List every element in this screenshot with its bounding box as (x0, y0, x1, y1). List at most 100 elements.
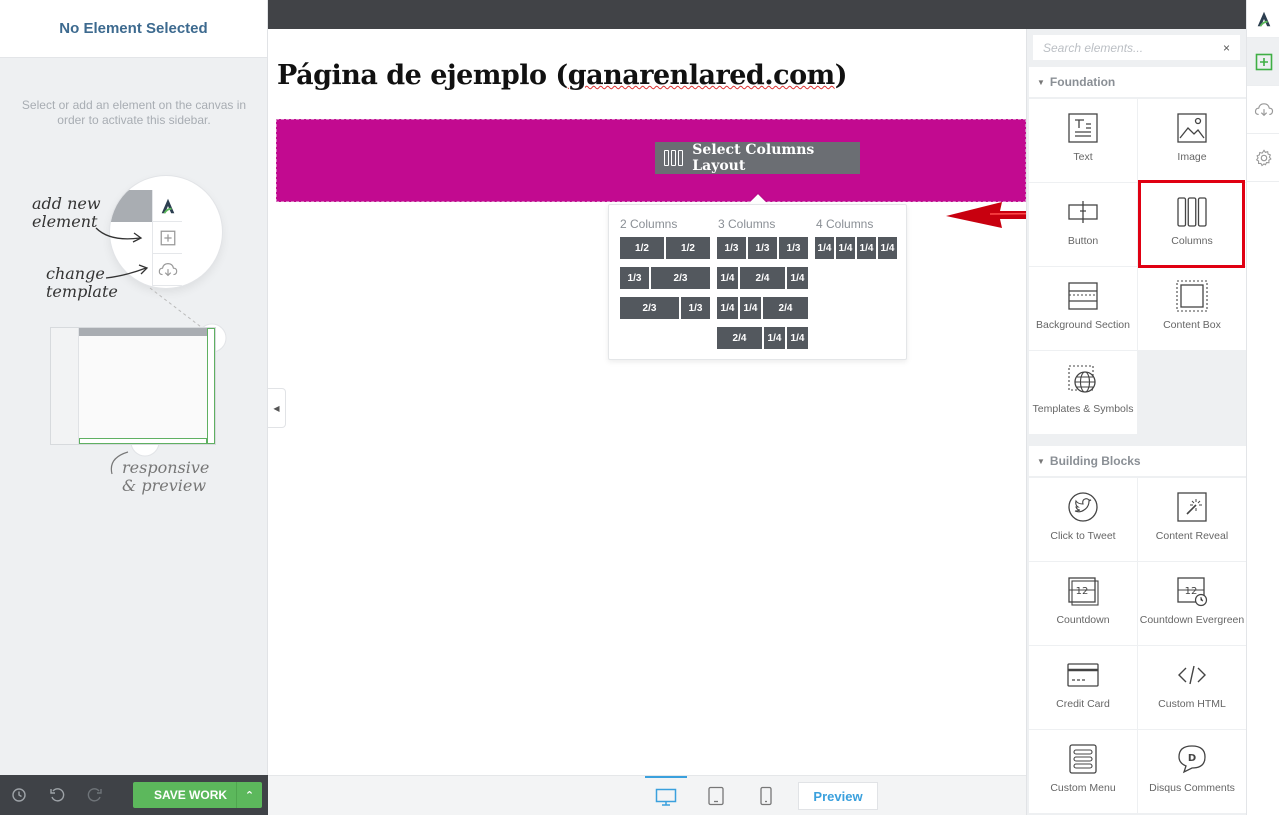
templates-button[interactable] (1247, 86, 1279, 134)
tablet-view-button[interactable] (695, 776, 737, 815)
mini-window-illustration (50, 327, 216, 445)
history-icon[interactable] (0, 775, 38, 815)
close-icon[interactable]: × (1223, 41, 1230, 55)
element-custom-html[interactable]: Custom HTML (1138, 646, 1246, 729)
templates-globe-icon (1068, 365, 1096, 393)
add-element-button[interactable] (1247, 38, 1279, 86)
mobile-view-button[interactable] (745, 776, 787, 815)
background-section-icon (1068, 282, 1098, 310)
canvas-bottom-bar: Preview (268, 775, 1026, 815)
element-templates-symbols[interactable]: Templates & Symbols (1029, 351, 1137, 434)
element-label: Button (1067, 235, 1099, 247)
canvas-top-bar (268, 0, 1246, 29)
element-label: Background Section (1036, 319, 1130, 331)
layout-cell[interactable]: 2/4 (717, 327, 762, 349)
group-title-3-columns: 3 Columns (718, 217, 776, 231)
collapse-sidebar-toggle[interactable]: ◀ (268, 388, 286, 428)
svg-text:D: D (1188, 753, 1196, 764)
element-background-section[interactable]: Background Section (1029, 267, 1137, 350)
code-icon (1178, 665, 1206, 685)
logo-button[interactable] (1247, 0, 1279, 38)
twitter-icon (1068, 492, 1098, 522)
tablet-icon (708, 786, 724, 806)
layout-cell[interactable]: 1/4 (717, 267, 738, 289)
element-label: Disqus Comments (1149, 782, 1235, 794)
section-header-foundation[interactable]: ▼ Foundation (1029, 67, 1246, 97)
credit-card-icon (1067, 663, 1099, 687)
layout-cell[interactable]: 1/3 (681, 297, 710, 319)
layout-cell[interactable]: 1/3 (779, 237, 808, 259)
element-label: Credit Card (1056, 698, 1110, 710)
select-columns-layout-button[interactable]: Select Columns Layout (655, 142, 860, 174)
element-text[interactable]: Text (1029, 99, 1137, 182)
sidebar-footer: SAVE WORK ⌃ (0, 775, 268, 815)
heading-site: ganarenlared.com (567, 60, 835, 91)
caret-left-icon: ◀ (273, 403, 280, 413)
element-label: Custom Menu (1050, 782, 1116, 794)
preview-button[interactable]: Preview (798, 782, 878, 810)
layout-cell[interactable]: 1/3 (748, 237, 777, 259)
page-heading[interactable]: Página de ejemplo (ganarenlared.com) (277, 60, 847, 91)
layout-cell[interactable]: 2/3 (651, 267, 710, 289)
countdown-icon: 12 (1068, 577, 1099, 606)
layout-cell[interactable]: 1/4 (740, 297, 761, 319)
element-credit-card[interactable]: Credit Card (1029, 646, 1137, 729)
svg-text:12: 12 (1185, 586, 1198, 597)
element-countdown-evergreen[interactable]: 12 Countdown Evergreen (1138, 562, 1246, 645)
desktop-view-button[interactable] (645, 776, 687, 815)
element-label: Text (1073, 151, 1093, 163)
element-click-to-tweet[interactable]: Click to Tweet (1029, 478, 1137, 561)
element-disqus-comments[interactable]: D Disqus Comments (1138, 730, 1246, 813)
heading-prefix: Página de ejemplo ( (277, 60, 568, 91)
layout-cell[interactable]: 2/4 (763, 297, 808, 319)
logo-icon (1257, 11, 1270, 27)
caret-down-icon: ▼ (1037, 456, 1045, 466)
right-rail (1246, 0, 1279, 815)
layout-cell[interactable]: 1/4 (787, 267, 808, 289)
heading-suffix: ) (834, 60, 848, 91)
element-button[interactable]: Button (1029, 183, 1137, 266)
chevron-up-icon[interactable]: ⌃ (236, 782, 262, 808)
element-label: Click to Tweet (1050, 530, 1116, 542)
layout-cell[interactable]: 1/4 (836, 237, 855, 259)
image-icon (1177, 113, 1207, 143)
layout-cell[interactable]: 1/2 (620, 237, 664, 259)
button-icon (1068, 201, 1098, 223)
layout-cell[interactable]: 1/4 (815, 237, 834, 259)
magenta-section[interactable] (276, 119, 1026, 202)
save-work-button[interactable]: SAVE WORK ⌃ (133, 782, 262, 808)
section-title: Building Blocks (1049, 454, 1141, 468)
layout-cell[interactable]: 2/3 (620, 297, 679, 319)
layout-cell[interactable]: 1/4 (717, 297, 738, 319)
search-elements-input[interactable]: Search elements... × (1033, 35, 1240, 60)
search-placeholder: Search elements... (1043, 40, 1144, 55)
section-header-building-blocks[interactable]: ▼ Building Blocks (1029, 446, 1246, 476)
layout-cell[interactable]: 2/4 (740, 267, 785, 289)
element-content-box[interactable]: Content Box (1138, 267, 1246, 350)
caret-down-icon: ▼ (1037, 77, 1045, 87)
layout-cell[interactable]: 1/4 (787, 327, 808, 349)
left-sidebar: No Element Selected Select or add an ele… (0, 0, 268, 815)
text-icon (1068, 113, 1098, 143)
layout-cell[interactable]: 1/4 (857, 237, 876, 259)
element-label: Countdown (1056, 614, 1110, 626)
layout-cell[interactable]: 1/4 (764, 327, 785, 349)
element-countdown[interactable]: 12 Countdown (1029, 562, 1137, 645)
layout-cell[interactable]: 1/3 (620, 267, 649, 289)
layout-cell[interactable]: 1/2 (666, 237, 710, 259)
undo-icon[interactable] (38, 775, 76, 815)
redo-icon[interactable] (76, 775, 114, 815)
element-image[interactable]: Image (1138, 99, 1246, 182)
element-content-reveal[interactable]: Content Reveal (1138, 478, 1246, 561)
select-columns-label: Select Columns Layout (692, 142, 815, 174)
annotation-responsive: responsive & preview (122, 458, 210, 495)
save-work-label: SAVE WORK (153, 788, 228, 802)
settings-button[interactable] (1247, 134, 1279, 182)
columns-layout-popup: 2 Columns 3 Columns 4 Columns 1/2 1/2 1/… (608, 204, 907, 360)
layout-cell[interactable]: 1/4 (878, 237, 897, 259)
countdown-evergreen-icon: 12 (1177, 577, 1208, 607)
layout-cell[interactable]: 1/3 (717, 237, 746, 259)
element-label: Custom HTML (1158, 698, 1226, 710)
content-box-icon (1176, 280, 1208, 312)
element-custom-menu[interactable]: Custom Menu (1029, 730, 1137, 813)
